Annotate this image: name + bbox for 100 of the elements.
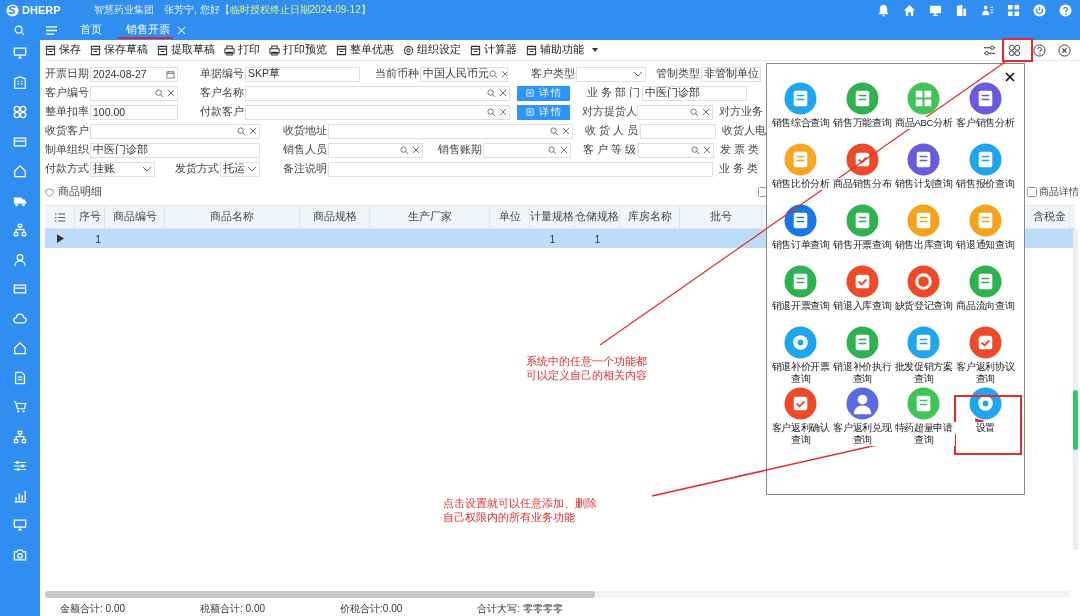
column-header[interactable]: 生产厂家 <box>370 206 490 228</box>
search-icon[interactable] <box>237 126 246 136</box>
clear-icon[interactable] <box>249 127 257 135</box>
function-shortcut[interactable]: 销售报价查询 <box>954 143 1016 204</box>
grid-icon[interactable] <box>13 105 27 119</box>
chevron-down-icon[interactable] <box>247 166 257 172</box>
search-icon[interactable] <box>550 126 559 136</box>
function-shortcut[interactable]: 客户返利协议查询 <box>954 326 1016 387</box>
search-icon[interactable] <box>14 24 25 36</box>
toolbar-button[interactable]: 辅助功能 <box>526 43 598 57</box>
dropdown[interactable]: 托运 <box>220 161 260 177</box>
input-field[interactable] <box>483 142 571 158</box>
input-field[interactable] <box>328 142 423 158</box>
input-field[interactable] <box>328 161 713 177</box>
house-icon[interactable] <box>13 341 27 355</box>
input-field[interactable] <box>638 142 714 158</box>
function-shortcut[interactable]: 特药超量申请查询 <box>893 387 955 448</box>
input-field[interactable] <box>90 123 260 139</box>
input-field[interactable] <box>245 104 510 120</box>
column-header[interactable]: 商品编号 <box>105 206 165 228</box>
close-icon[interactable] <box>1058 43 1071 57</box>
power-icon[interactable] <box>1033 3 1046 17</box>
checkbox[interactable] <box>1027 187 1037 197</box>
cloud-icon[interactable] <box>13 311 27 326</box>
toolbar-button[interactable]: 保存草稿 <box>90 43 148 57</box>
document-icon[interactable] <box>13 370 27 385</box>
input-field[interactable] <box>637 104 713 120</box>
input-field[interactable]: SKP草 <box>245 66 360 82</box>
column-header[interactable]: 批号 <box>680 206 762 228</box>
function-shortcut[interactable]: 销退入库查询 <box>831 265 893 326</box>
sliders-icon[interactable] <box>983 44 996 56</box>
search-icon[interactable] <box>487 88 496 98</box>
building-icon[interactable] <box>13 75 27 90</box>
calendar-icon[interactable] <box>166 69 175 79</box>
function-shortcut[interactable]: 商品销售分布 <box>831 143 893 204</box>
home-icon[interactable] <box>903 3 916 17</box>
input-field[interactable] <box>640 123 716 139</box>
grid-icon[interactable] <box>1007 3 1020 17</box>
house-icon[interactable] <box>13 164 27 178</box>
users-icon[interactable] <box>981 3 994 17</box>
column-header[interactable]: 库房名称 <box>620 206 680 228</box>
clear-icon[interactable] <box>501 70 507 78</box>
help-icon[interactable] <box>1033 43 1046 57</box>
search-icon[interactable] <box>489 69 498 79</box>
clear-icon[interactable] <box>412 146 420 154</box>
search-icon[interactable] <box>690 107 699 117</box>
function-shortcut[interactable]: 客户返利确认查询 <box>770 387 832 448</box>
input-field[interactable] <box>245 85 510 101</box>
search-icon[interactable] <box>155 88 164 98</box>
menu-icon[interactable] <box>45 24 58 36</box>
vertical-scrollbar[interactable] <box>1073 230 1078 550</box>
clear-icon[interactable] <box>499 89 507 97</box>
dropdown[interactable]: 挂账 <box>90 161 155 177</box>
column-header[interactable]: 单位 <box>490 206 530 228</box>
function-shortcut[interactable]: 销退开票查询 <box>770 265 832 326</box>
function-shortcut[interactable]: 销售计划查询 <box>893 143 955 204</box>
toolbar-button[interactable]: 整单优惠 <box>336 43 394 57</box>
toolbar-button[interactable]: 打印 <box>224 43 260 57</box>
toolbar-button[interactable]: 保存 <box>45 43 81 57</box>
chart-icon[interactable] <box>13 488 27 503</box>
search-icon[interactable] <box>691 145 700 155</box>
input-field[interactable]: 中国人民币元 <box>420 66 508 82</box>
clear-icon[interactable] <box>562 127 570 135</box>
column-header[interactable]: 商品名称 <box>165 206 300 228</box>
clear-icon[interactable] <box>167 89 175 97</box>
function-shortcut[interactable]: 销售比价分析 <box>770 143 832 204</box>
monitor-icon[interactable] <box>13 46 27 60</box>
clear-icon[interactable] <box>560 146 568 154</box>
horizontal-scrollbar[interactable] <box>45 591 1070 598</box>
function-shortcut[interactable]: 商品流向查询 <box>954 265 1016 326</box>
column-header[interactable]: 含税金 <box>1030 206 1070 228</box>
function-shortcut[interactable]: 销退补价执行查询 <box>831 326 893 387</box>
toolbar-button[interactable]: 提取草稿 <box>157 43 215 57</box>
sliders-icon[interactable] <box>13 459 27 473</box>
chevron-down-icon[interactable] <box>142 166 152 172</box>
function-shortcut[interactable]: 销退补价开票查询 <box>770 326 832 387</box>
person-icon[interactable] <box>13 252 27 267</box>
camera-icon[interactable] <box>13 547 27 562</box>
input-field[interactable]: 非管制单位 <box>701 66 761 82</box>
toolbar-button[interactable]: 组织设定 <box>403 43 461 57</box>
monitor-icon[interactable] <box>13 518 27 532</box>
hierarchy-icon[interactable] <box>13 223 27 237</box>
function-shortcut[interactable]: 销售万能查询 <box>831 82 893 143</box>
column-header[interactable]: 序号 <box>75 206 105 228</box>
date-field[interactable]: 2024-08-27 <box>90 66 178 82</box>
monitor-icon[interactable] <box>929 3 942 17</box>
cart-icon[interactable] <box>13 400 27 414</box>
clear-icon[interactable] <box>703 146 711 154</box>
function-shortcut[interactable]: 客户返利兑现查询 <box>831 387 893 448</box>
chevron-down-icon[interactable] <box>633 71 643 77</box>
column-header[interactable]: 计量规格 <box>530 206 575 228</box>
function-shortcut[interactable]: 设置 <box>954 387 1016 448</box>
input-field[interactable] <box>328 123 573 139</box>
toolbar-button[interactable]: 打印预览 <box>269 43 327 57</box>
input-field[interactable] <box>90 85 178 101</box>
search-icon[interactable] <box>487 107 496 117</box>
input-field[interactable]: 中医门诊部 <box>642 85 747 101</box>
card-icon[interactable] <box>13 134 27 149</box>
column-header[interactable]: 商品规格 <box>300 206 370 228</box>
card-icon[interactable] <box>13 282 27 296</box>
